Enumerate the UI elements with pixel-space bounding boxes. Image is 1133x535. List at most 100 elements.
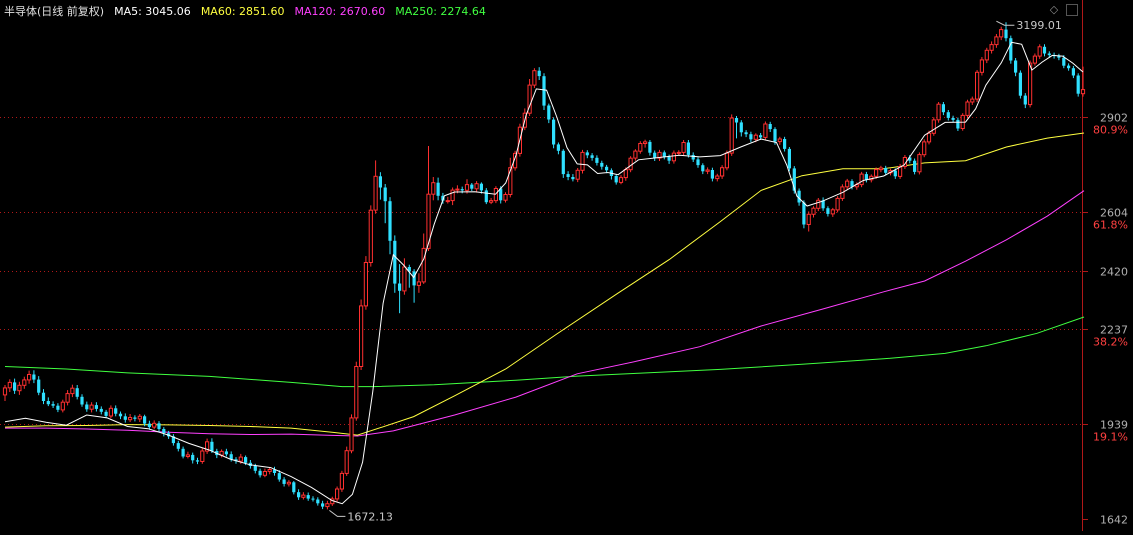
candle	[691, 152, 695, 162]
candle	[349, 414, 354, 454]
candle	[65, 390, 70, 406]
candle	[56, 403, 60, 413]
candle-body	[806, 213, 811, 226]
candle-body	[979, 59, 984, 73]
candle-body	[56, 405, 60, 410]
candle-body	[484, 190, 488, 203]
candle-body	[99, 408, 103, 412]
candle-body	[917, 154, 922, 173]
candle-body	[590, 155, 594, 158]
candle-body	[893, 170, 897, 177]
candle	[335, 486, 340, 502]
candle-body	[999, 29, 1004, 38]
candle	[816, 198, 821, 212]
candle-body	[729, 117, 734, 154]
candle	[51, 401, 55, 408]
candle	[37, 376, 41, 396]
y-tick-pct-label: 80.9%	[1093, 124, 1128, 137]
candle-body	[325, 503, 330, 508]
candle	[835, 196, 840, 213]
candle-body	[349, 417, 354, 452]
candle	[445, 196, 450, 204]
candle-body	[951, 118, 955, 120]
candle	[137, 414, 142, 422]
candle-body	[532, 70, 537, 86]
candle	[571, 174, 575, 182]
candle	[989, 41, 994, 54]
candle	[951, 115, 955, 123]
candle	[301, 492, 306, 500]
candle-body	[479, 183, 483, 191]
candle-body	[1080, 89, 1086, 95]
candle	[705, 167, 710, 175]
candle-body	[181, 448, 185, 457]
candle-body	[262, 471, 267, 476]
candle-body	[431, 182, 436, 195]
candle-body	[946, 112, 950, 118]
candle-body	[445, 200, 450, 203]
candle-body	[662, 152, 666, 157]
candle	[715, 173, 720, 182]
candle-body	[878, 167, 883, 171]
candle	[363, 256, 368, 310]
candle-body	[224, 451, 228, 455]
candle	[657, 149, 662, 161]
candle-body	[605, 166, 609, 171]
candle	[258, 468, 262, 478]
candle	[618, 175, 624, 185]
candle-body	[94, 405, 98, 409]
candle-body	[845, 180, 850, 188]
candle-body	[185, 454, 191, 457]
candle	[354, 361, 359, 421]
candle-body	[368, 209, 373, 263]
candle-body	[123, 416, 127, 420]
expand-icon[interactable]	[1066, 4, 1078, 16]
candle	[600, 160, 604, 170]
index-name: 半导体(日线 前复权)	[4, 5, 105, 18]
candle-body	[1042, 46, 1047, 54]
candle-body	[566, 174, 570, 177]
candle	[321, 500, 325, 510]
candle-body	[816, 199, 821, 209]
candle-body	[41, 392, 46, 401]
chart-canvas[interactable]: 290280.9%260461.8%2420223738.2%193919.1%…	[0, 0, 1133, 531]
candle	[282, 477, 286, 487]
y-tick-label: 1642	[1100, 514, 1128, 527]
candle	[7, 379, 12, 392]
candle-body	[696, 159, 700, 166]
candle-body	[152, 422, 157, 428]
candle	[200, 448, 205, 464]
candle-body	[638, 143, 643, 152]
candle-body	[739, 122, 743, 133]
candle	[152, 420, 157, 430]
candle-body	[623, 169, 628, 179]
candle-body	[686, 142, 690, 155]
candle	[734, 116, 739, 139]
candle	[402, 258, 407, 295]
candle	[292, 481, 296, 495]
candle-body	[416, 281, 421, 286]
candle	[648, 140, 652, 156]
candle-body	[339, 472, 344, 490]
candle-body	[941, 104, 945, 113]
candle	[32, 370, 36, 384]
candle-body	[753, 134, 758, 140]
candle-body	[32, 374, 36, 380]
candle-body	[926, 132, 932, 143]
candle-body	[503, 194, 508, 201]
candle-body	[633, 150, 638, 159]
candle-body	[421, 247, 426, 283]
candle	[99, 406, 103, 415]
candle-body	[676, 151, 681, 154]
candle-body	[874, 169, 879, 177]
diamond-icon[interactable]: ◇	[1048, 4, 1060, 16]
candle	[580, 149, 585, 174]
candle-body	[759, 135, 763, 138]
ma250-line	[4, 316, 1085, 388]
candlestick-chart[interactable]: 2902 80.9% 2604 61.8% 2420 2237 38.2% 1939 19.1%…	[0, 0, 1133, 531]
candle-body	[359, 305, 364, 367]
legend-ma120: MA120: 2670.60	[294, 4, 386, 18]
candle-body	[965, 101, 970, 116]
candle	[1067, 63, 1071, 71]
candle-body	[244, 457, 248, 463]
